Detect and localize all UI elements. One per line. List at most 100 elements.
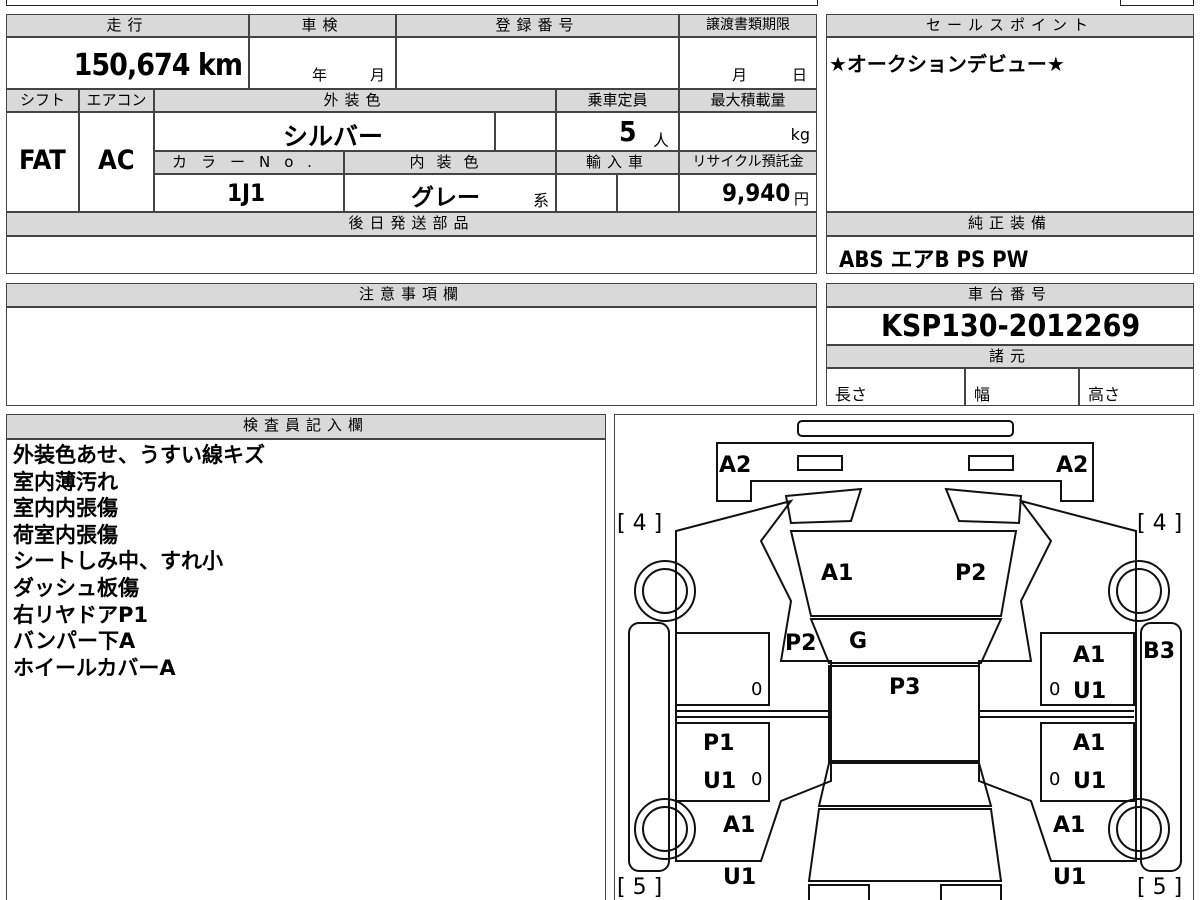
length-cell: 長さ (826, 368, 965, 406)
mark-zero: 0 (1049, 679, 1061, 700)
sales-point-cell: ★オークションデビュー★ (826, 37, 1194, 212)
mark-a1-left-quarter: A1 (723, 813, 756, 838)
width-label: 幅 (974, 385, 991, 404)
recycle-unit: 円 (794, 190, 810, 208)
shaken-month: 月 (370, 66, 386, 84)
interior-color-suffix: 系 (533, 191, 550, 210)
inspector-line: 外装色あせ、うすい線キズ (13, 443, 265, 467)
chassis-cell: KSP130-2012269 (826, 307, 1194, 345)
mark-u1-right-quarter: U1 (1053, 865, 1087, 890)
interior-color-header: 内装色 (344, 151, 556, 174)
later-parts-header: 後日発送部品 (6, 212, 817, 236)
car-diagram: A2 A2 [ 4 ] [ 4 ] A1 P2 P2 G P3 A1 U1 B3… (614, 414, 1194, 900)
mark-a1-hood: A1 (821, 561, 854, 586)
shift-header: シフト (6, 89, 79, 112)
transfer-cell: 月 日 (679, 37, 817, 89)
color-no-cell: 1J1 (154, 174, 344, 212)
inspector-line: 荷室内張傷 (13, 522, 118, 547)
interior-color-value: グレー (411, 185, 480, 211)
car-outline (628, 420, 1182, 900)
transfer-day: 日 (792, 66, 808, 84)
ac-cell: AC (79, 112, 154, 212)
max-load-unit: kg (790, 125, 810, 144)
color-no-header: カラーNo. (154, 151, 344, 174)
max-load-cell: kg (679, 112, 817, 151)
ac-value: AC (98, 145, 135, 176)
inspector-header: 検査員記入欄 (6, 414, 606, 439)
recycle-header: リサイクル預託金 (679, 151, 817, 174)
inspector-line: ダッシュ板傷 (13, 575, 139, 600)
recycle-cell: 9,940 円 (679, 174, 817, 212)
sales-point-text: ★オークションデビュー★ (829, 52, 1065, 76)
mark-tire-rear-right: [ 5 ] (1137, 875, 1183, 900)
mark-p3-roof: P3 (889, 675, 921, 700)
inspector-notes: 外装色あせ、うすい線キズ 室内薄汚れ 室内内張傷 荷室内張傷 シートしみ中、すれ… (6, 439, 606, 900)
mark-u1-right-rear: U1 (1073, 769, 1107, 794)
mileage-value: 150,674 km (73, 48, 243, 83)
shift-value: FAT (19, 145, 66, 176)
chassis-value: KSP130-2012269 (881, 309, 1141, 344)
inspector-line: バンパー下A (13, 629, 136, 654)
equipment-header: 純正装備 (826, 212, 1194, 236)
top-strip (6, 0, 818, 6)
registration-cell (396, 37, 679, 89)
equipment-cell: ABS エアB PS PW (826, 236, 1194, 274)
mark-a1-right-quarter: A1 (1053, 813, 1086, 838)
caution-cell (6, 307, 817, 406)
exterior-color-extra (495, 112, 556, 151)
mark-u1-left-rear: U1 (703, 769, 737, 794)
mark-zero: 0 (751, 679, 763, 700)
shift-cell: FAT (6, 112, 79, 212)
capacity-value: 5 (619, 115, 637, 148)
height-cell: 高さ (1079, 368, 1194, 406)
max-load-header: 最大積載量 (679, 89, 817, 112)
ac-header: エアコン (79, 89, 154, 112)
mark-b3-right: B3 (1143, 639, 1176, 664)
import-cell-b (617, 174, 679, 212)
inspector-line: 室内内張傷 (13, 496, 118, 521)
capacity-header: 乗車定員 (556, 89, 679, 112)
exterior-color-header: 外装色 (154, 89, 556, 112)
color-no-value: 1J1 (227, 179, 266, 207)
sales-point-header: セールスポイント (826, 14, 1194, 37)
width-cell: 幅 (965, 368, 1079, 406)
mark-tire-rear-left: [ 5 ] (617, 875, 663, 900)
mark-g-glass: G (849, 629, 868, 654)
length-label: 長さ (835, 385, 868, 404)
mileage-header: 走行 (6, 14, 249, 37)
chassis-header: 車台番号 (826, 283, 1194, 307)
mark-zero: 0 (751, 769, 763, 790)
caution-header: 注意事項欄 (6, 283, 817, 307)
transfer-month: 月 (732, 66, 748, 84)
mileage-cell: 150,674 km (6, 37, 249, 89)
import-header: 輸入車 (556, 151, 679, 174)
height-label: 高さ (1088, 385, 1121, 404)
shaken-cell: 年 月 (249, 37, 396, 89)
mark-tire-front-left: [ 4 ] (617, 511, 663, 536)
inspector-line: 室内薄汚れ (13, 469, 118, 494)
later-parts-cell (6, 236, 817, 274)
exterior-color-value: シルバー (283, 122, 384, 151)
mark-a2-left: A2 (719, 453, 752, 478)
import-cell-a (556, 174, 617, 212)
mark-zero: 0 (1049, 769, 1061, 790)
capacity-unit: 人 (653, 131, 670, 150)
mark-a1-right-front: A1 (1073, 643, 1106, 668)
mark-u1-left-quarter: U1 (723, 865, 757, 890)
mark-a2-right: A2 (1056, 453, 1089, 478)
inspector-line: シートしみ中、すれ小 (13, 549, 223, 574)
recycle-value: 9,940 (722, 179, 791, 207)
inspector-line: ホイールカバーA (13, 655, 176, 680)
mark-p1-left-rear: P1 (703, 731, 735, 756)
shaken-year: 年 (312, 66, 328, 84)
mark-u1-right-front: U1 (1073, 679, 1107, 704)
mark-p2-hood: P2 (955, 561, 987, 586)
dims-header: 諸元 (826, 345, 1194, 368)
shaken-header: 車検 (249, 14, 396, 37)
top-strip-right (1120, 0, 1194, 6)
transfer-deadline-header: 譲渡書類期限 (679, 14, 817, 37)
mark-tire-front-right: [ 4 ] (1137, 511, 1183, 536)
inspector-line: 右リヤドアP1 (13, 602, 149, 627)
capacity-cell: 5 人 (556, 112, 679, 151)
mark-a1-right-rear: A1 (1073, 731, 1106, 756)
